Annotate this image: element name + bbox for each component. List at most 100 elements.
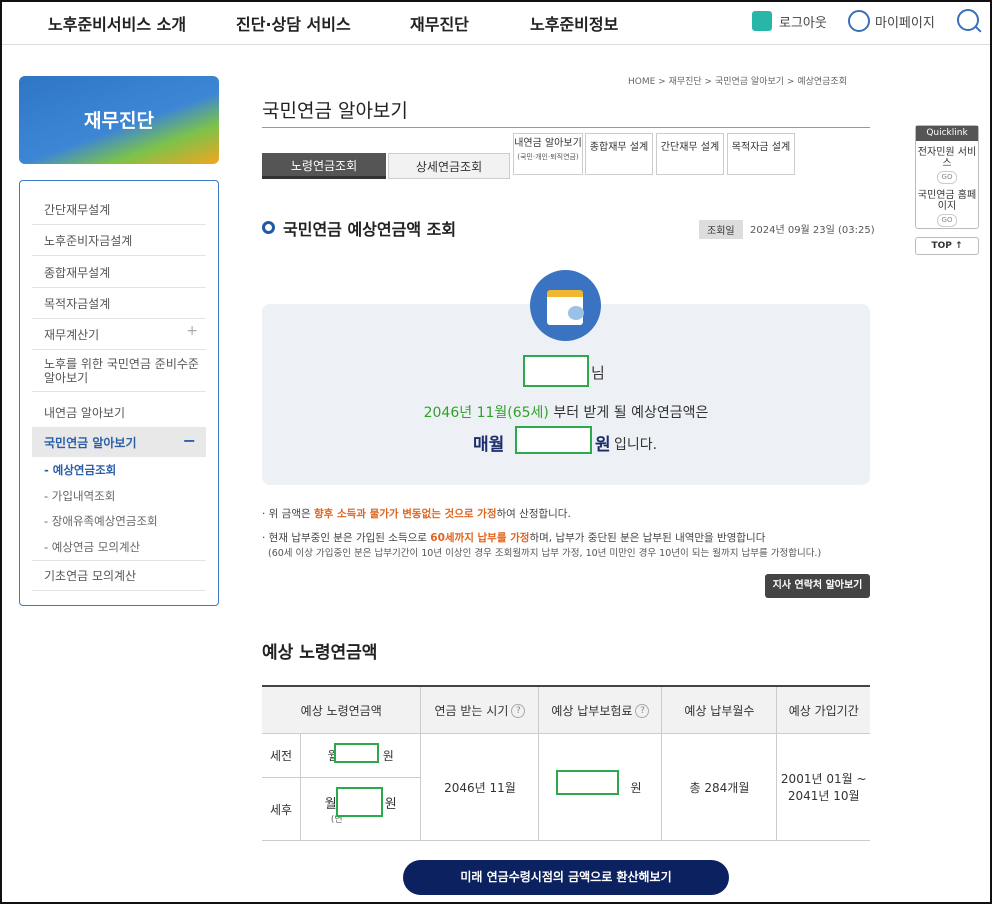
quicklink-nps-home[interactable]: 국민연금 홈페이지 GO [916,190,978,227]
receive-time-value: 2046년 11월 [420,733,539,841]
section-banner: 재무진단 [19,76,219,164]
nav-item-financial-diagnosis[interactable]: 재무진단 [410,11,469,35]
won-unit: 원 [595,435,611,455]
user-icon [848,10,870,32]
logout-link[interactable]: 로그아웃 [779,12,827,31]
date-value: 2024년 09월 23일 (03:25) [750,225,875,236]
table-header-row: 예상 노령연금액 연금 받는 시기? 예상 납부보험료? 예상 납부월수 예상 … [262,685,870,734]
note-2-pre: · 현재 납부중인 분은 가입된 소득으로 [262,532,431,544]
nav-item-retirement-info[interactable]: 노후준비정보 [530,11,618,35]
help-icon[interactable]: ? [635,704,650,718]
tab-detail-pension[interactable]: 상세연금조회 [388,153,510,179]
masked-pretax [334,743,379,763]
bullet-ring-icon [262,221,275,234]
pretax-won: 원 [382,749,394,763]
quicklink-nps-home-label: 국민연금 홈페이지 [917,190,977,212]
period-end: 2041년 10월 [787,789,860,803]
menu-item-purpose-fund[interactable]: 목적자금설계 [32,289,206,319]
pretax-label: 세전 [262,733,301,778]
note-2-post: 하며, 납부가 중단된 분은 납부된 내역만을 반영합니다 [529,532,766,544]
banner-title: 재무진단 [84,110,154,132]
quicklink-title: Quicklink [916,126,978,141]
premium-won: 원 [630,780,642,795]
menu-item-calculator[interactable]: 재무계산기 + [32,320,206,350]
plus-icon: + [186,323,198,339]
aftertax-won: 원 [384,797,397,812]
menu-item-national-pension-label: 국민연금 알아보기 [44,436,137,450]
menu-item-my-pension[interactable]: 내연금 알아보기 [32,398,206,428]
note-1: · 위 금액은 향후 소득과 물가가 변동없는 것으로 가정하여 산정합니다. [262,506,571,521]
monthly-label: 매월 [473,435,505,455]
note-3: (60세 이상 가입중인 분은 납부기간이 10년 이상인 경우 조회월까지 납… [268,548,822,559]
masked-name [523,355,589,387]
aftertax-month-prefix: 월 [324,797,337,812]
money-bag-icon [568,306,584,320]
go-badge: GO [936,214,958,227]
menu-item-basic-pension[interactable]: 기초연금 모의계산 [32,560,206,591]
aftertax-label: 세후 [262,777,301,841]
quicklink-e-civil[interactable]: 전자민원 서비스 GO [916,147,978,184]
tab-comprehensive[interactable]: 종합재무 설계 [585,133,653,175]
col-months: 예상 납부월수 [661,685,777,734]
start-date: 2046년 11월(65세) [423,405,549,421]
start-date-rest: 부터 받게 될 예상연금액은 [553,405,709,421]
col-premium: 예상 납부보험료? [538,685,662,734]
masked-amount [515,426,592,454]
nav-item-service-intro[interactable]: 노후준비서비스 소개 [48,11,186,35]
end-text: 입니다. [614,437,658,453]
submenu-expected-pension[interactable]: - 예상연금조회 [44,462,116,478]
col-receive-time: 연금 받는 시기? [420,685,539,734]
search-icon[interactable] [957,9,979,31]
tab-old-age-pension[interactable]: 노령연금조회 [262,153,386,179]
tab-purpose[interactable]: 목적자금 설계 [727,133,795,175]
submenu-simulation[interactable]: - 예상연금 모의계산 [44,539,140,555]
tab-my-pension-label: 내연금 알아보기 [514,138,582,149]
name-suffix: 님 [591,364,605,382]
menu-item-simple[interactable]: 간단재무설계 [32,195,206,225]
tab-my-pension-sub: (국민·개인·퇴직연금) [517,153,579,161]
minus-icon: − [182,431,196,450]
col-expected-pension: 예상 노령연금액 [262,685,421,734]
masked-premium [556,770,619,795]
note-1-post: 하여 산정합니다. [496,508,571,520]
top-nav: 노후준비서비스 소개 진단·상담 서비스 재무진단 노후준비정보 로그아웃 마이… [2,2,990,45]
note-2: · 현재 납부중인 분은 가입된 소득으로 60세까지 납부를 가정하며, 납부… [262,530,765,545]
note-1-emphasis: 향후 소득과 물가가 변동없는 것으로 가정 [314,508,497,520]
tab-my-pension[interactable]: 내연금 알아보기 (국민·개인·퇴직연금) [513,133,583,175]
col-period: 예상 가입기간 [776,685,870,734]
breadcrumb: HOME > 재무진단 > 국민연금 알아보기 > 예상연금조회 [628,77,847,87]
mypage-link[interactable]: 마이페이지 [875,12,935,31]
branch-contact-button[interactable]: 지사 연락처 알아보기 [765,574,870,598]
period-value: 2001년 01월 ~ 2041년 10월 [776,733,870,841]
section-title: 국민연금 예상연금액 조회 [283,220,457,239]
result-line: 2046년 11월(65세) 부터 받게 될 예상연금액은 [262,402,870,422]
col-premium-label: 예상 납부보험료 [551,703,633,718]
submenu-disability-survivor[interactable]: - 장애유족예상연금조회 [44,513,158,529]
note-2-emphasis: 60세까지 납부를 가정 [430,532,530,544]
future-value-button[interactable]: 미래 연금수령시점의 금액으로 환산해보기 [403,860,729,895]
page-title: 국민연금 알아보기 [262,100,408,122]
masked-aftertax [336,787,383,817]
left-menu: 간단재무설계 노후준비자금설계 종합재무설계 목적자금설계 재무계산기 + 노후를… [19,180,219,606]
go-badge: GO [936,171,958,184]
lock-icon [752,11,772,31]
quicklink-e-civil-label: 전자민원 서비스 [917,147,977,169]
note-1-pre: · 위 금액은 [262,508,314,520]
nav-item-diagnosis-consult[interactable]: 진단·상담 서비스 [236,11,351,35]
top-button[interactable]: TOP ↑ [915,237,979,255]
menu-item-national-pension[interactable]: 국민연금 알아보기 − [32,427,206,457]
pension-table: 예상 노령연금액 연금 받는 시기? 예상 납부보험료? 예상 납부월수 예상 … [262,685,870,841]
menu-item-calculator-label: 재무계산기 [44,328,100,342]
menu-item-comprehensive[interactable]: 종합재무설계 [32,258,206,288]
title-divider [262,127,870,128]
menu-item-retirement-fund[interactable]: 노후준비자금설계 [32,226,206,256]
quicklink-panel: Quicklink 전자민원 서비스 GO 국민연금 홈페이지 GO [915,125,979,229]
months-value: 총 284개월 [661,733,777,841]
period-start: 2001년 01월 ~ [780,772,867,786]
date-label: 조회일 [699,220,743,239]
menu-item-pension-level[interactable]: 노후를 위한 국민연금 준비수준 알아보기 [32,351,206,392]
tab-simple[interactable]: 간단재무 설계 [656,133,724,175]
help-icon[interactable]: ? [511,704,526,718]
col-receive-time-label: 연금 받는 시기 [434,703,509,718]
submenu-membership-history[interactable]: - 가입내역조회 [44,488,115,504]
